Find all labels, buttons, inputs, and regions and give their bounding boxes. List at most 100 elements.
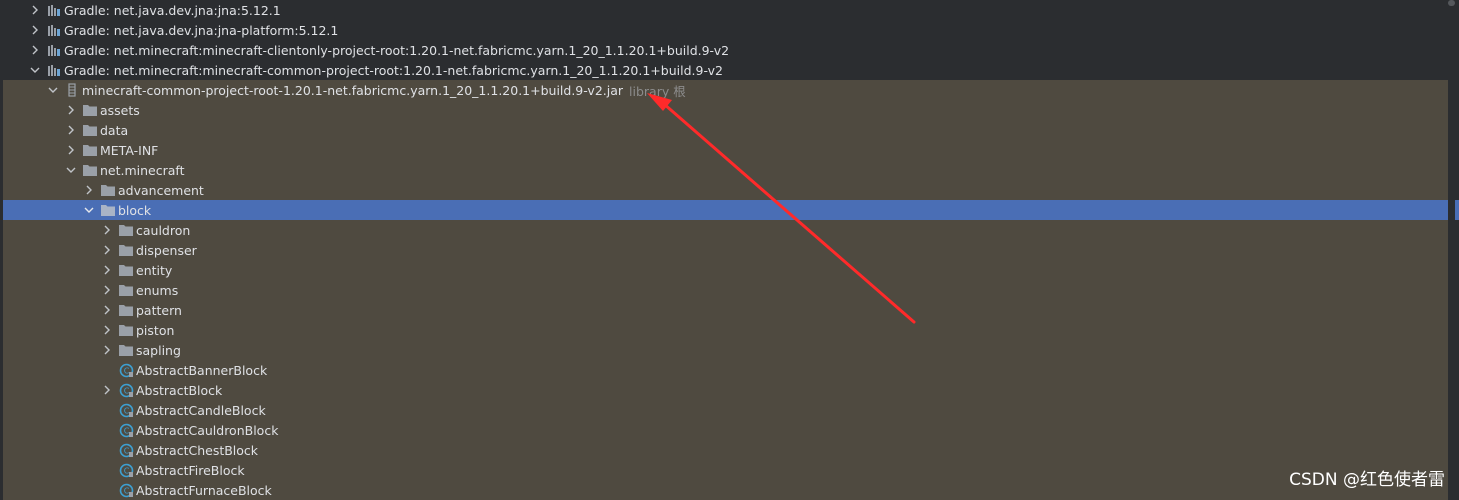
tree-row-gradle-clientonly[interactable]: Gradle: net.minecraft:minecraft-clienton… — [0, 40, 1459, 60]
chevron-right-icon[interactable] — [64, 103, 78, 117]
chevron-down-icon[interactable] — [28, 63, 42, 77]
folder-icon — [118, 222, 134, 238]
chevron-right-icon[interactable] — [28, 23, 42, 37]
tree-row-class-abstract-block[interactable]: C AbstractBlock — [0, 380, 1459, 400]
tree-row-label: AbstractCandleBlock — [136, 402, 266, 418]
class-icon: C — [118, 462, 134, 478]
tree-row-gradle-jna[interactable]: Gradle: net.java.dev.jna:jna:5.12.1 — [0, 0, 1459, 20]
folder-icon — [118, 342, 134, 358]
tree-row-label: Gradle: net.minecraft:minecraft-clienton… — [64, 42, 730, 58]
svg-text:C: C — [123, 386, 129, 395]
tree-row-label: data — [100, 122, 129, 138]
tree-row-folder-pattern[interactable]: pattern — [0, 300, 1459, 320]
tree-row-label: Gradle: net.minecraft:minecraft-common-p… — [64, 62, 723, 78]
tree-row-folder-cauldron[interactable]: cauldron — [0, 220, 1459, 240]
class-icon: C — [118, 442, 134, 458]
tree-row-label: dispenser — [136, 242, 197, 258]
folder-icon — [118, 282, 134, 298]
svg-text:C: C — [123, 466, 129, 475]
svg-text:C: C — [123, 366, 129, 375]
svg-text:C: C — [123, 486, 129, 495]
tree-row-label: META-INF — [100, 142, 159, 158]
library-icon — [46, 62, 62, 78]
chevron-right-icon[interactable] — [100, 223, 114, 237]
tree-row-folder-sapling[interactable]: sapling — [0, 340, 1459, 360]
tree-row-package-net-minecraft[interactable]: net.minecraft — [0, 160, 1459, 180]
tree-row-folder-block-selected[interactable]: block — [3, 200, 1459, 220]
chevron-right-icon[interactable] — [64, 143, 78, 157]
library-icon — [46, 42, 62, 58]
folder-icon — [118, 242, 134, 258]
tree-row-class-abstract-cauldron-block[interactable]: C AbstractCauldronBlock — [0, 420, 1459, 440]
class-icon: C — [118, 422, 134, 438]
project-tree: Gradle: net.java.dev.jna:jna:5.12.1 Grad… — [0, 0, 1459, 500]
tree-row-label: cauldron — [136, 222, 191, 238]
folder-icon — [82, 142, 98, 158]
tree-row-gradle-common[interactable]: Gradle: net.minecraft:minecraft-common-p… — [0, 60, 1459, 80]
tree-row-label: advancement — [118, 182, 204, 198]
tree-row-label: sapling — [136, 342, 181, 358]
chevron-right-icon[interactable] — [82, 183, 96, 197]
class-icon: C — [118, 402, 134, 418]
chevron-down-icon[interactable] — [64, 163, 78, 177]
tree-row-label: entity — [136, 262, 173, 278]
vertical-scrollbar[interactable] — [1448, 0, 1455, 500]
svg-text:C: C — [123, 406, 129, 415]
tree-row-class-abstract-furnace-block[interactable]: C AbstractFurnaceBlock — [0, 480, 1459, 500]
tree-row-folder-meta-inf[interactable]: META-INF — [0, 140, 1459, 160]
tree-row-label: enums — [136, 282, 179, 298]
tree-row-label: net.minecraft — [100, 162, 185, 178]
tree-row-label: Gradle: net.java.dev.jna:jna:5.12.1 — [64, 2, 281, 18]
tree-row-label: block — [118, 202, 152, 218]
tree-row-folder-data[interactable]: data — [0, 120, 1459, 140]
library-icon — [46, 22, 62, 38]
tree-row-label: AbstractCauldronBlock — [136, 422, 279, 438]
tree-row-folder-piston[interactable]: piston — [0, 320, 1459, 340]
folder-icon — [118, 302, 134, 318]
tree-row-gradle-jna-platform[interactable]: Gradle: net.java.dev.jna:jna-platform:5.… — [0, 20, 1459, 40]
tree-row-label: piston — [136, 322, 175, 338]
chevron-right-icon[interactable] — [100, 283, 114, 297]
chevron-right-icon[interactable] — [100, 343, 114, 357]
jar-icon — [64, 82, 80, 98]
folder-icon — [100, 182, 116, 198]
tree-row-folder-enums[interactable]: enums — [0, 280, 1459, 300]
tree-row-class-abstract-chest-block[interactable]: C AbstractChestBlock — [0, 440, 1459, 460]
chevron-right-icon[interactable] — [100, 243, 114, 257]
jar-hint: library 根 — [629, 83, 686, 99]
chevron-right-icon[interactable] — [28, 43, 42, 57]
tree-row-label: AbstractBannerBlock — [136, 362, 268, 378]
library-icon — [46, 2, 62, 18]
svg-text:C: C — [123, 446, 129, 455]
folder-icon — [82, 162, 98, 178]
chevron-right-icon[interactable] — [100, 323, 114, 337]
tree-row-class-abstract-candle-block[interactable]: C AbstractCandleBlock — [0, 400, 1459, 420]
chevron-down-icon[interactable] — [82, 203, 96, 217]
tree-row-folder-dispenser[interactable]: dispenser — [0, 240, 1459, 260]
tree-row-label: AbstractChestBlock — [136, 442, 259, 458]
tree-row-jar[interactable]: minecraft-common-project-root-1.20.1-net… — [0, 80, 1459, 100]
folder-icon — [118, 262, 134, 278]
class-icon: C — [118, 482, 134, 498]
tree-row-class-abstract-fire-block[interactable]: C AbstractFireBlock — [0, 460, 1459, 480]
watermark: CSDN @红色使者雷 — [1289, 470, 1445, 490]
chevron-right-icon[interactable] — [28, 3, 42, 17]
tree-row-label: pattern — [136, 302, 182, 318]
chevron-right-icon[interactable] — [64, 123, 78, 137]
folder-icon — [82, 102, 98, 118]
tree-row-label: AbstractFireBlock — [136, 462, 245, 478]
class-icon: C — [118, 362, 134, 378]
tree-row-label: AbstractBlock — [136, 382, 223, 398]
chevron-down-icon[interactable] — [46, 83, 60, 97]
tree-row-folder-advancement[interactable]: advancement — [0, 180, 1459, 200]
folder-icon — [100, 202, 116, 218]
jar-label: minecraft-common-project-root-1.20.1-net… — [82, 82, 624, 98]
chevron-right-icon[interactable] — [100, 263, 114, 277]
chevron-right-icon[interactable] — [100, 303, 114, 317]
folder-icon — [82, 122, 98, 138]
tree-row-folder-assets[interactable]: assets — [0, 100, 1459, 120]
tree-row-folder-entity[interactable]: entity — [0, 260, 1459, 280]
tree-row-class-abstract-banner-block[interactable]: C AbstractBannerBlock — [0, 360, 1459, 380]
scrollbar-thumb[interactable] — [1448, 0, 1455, 6]
chevron-right-icon[interactable] — [100, 383, 114, 397]
